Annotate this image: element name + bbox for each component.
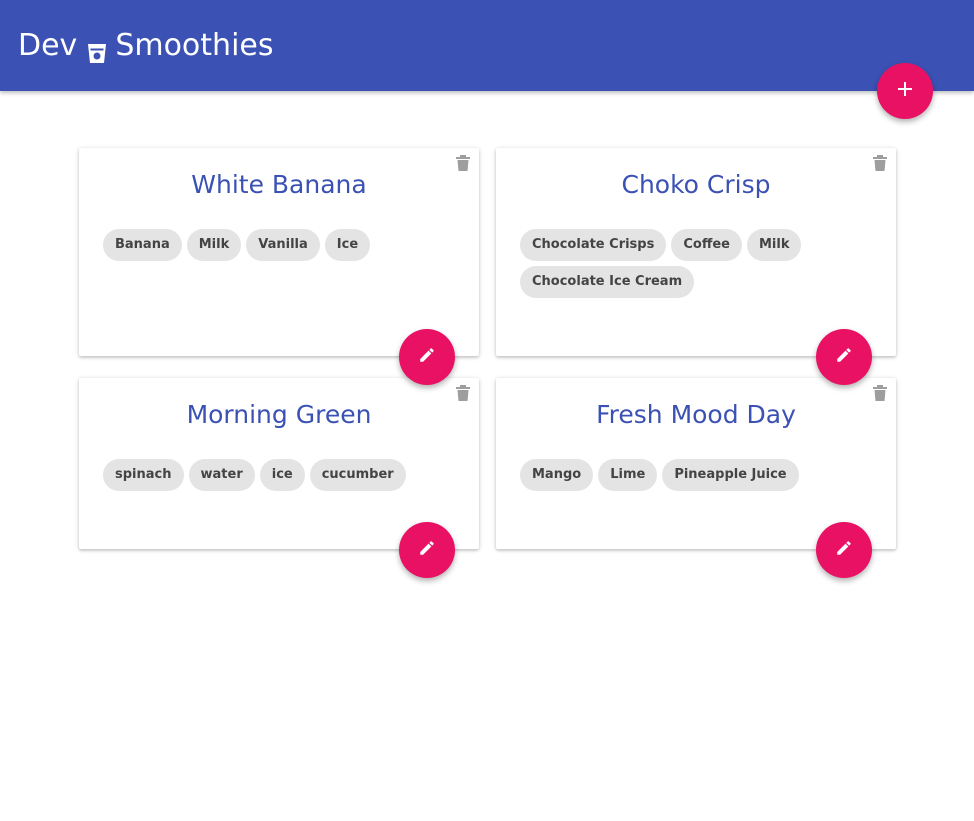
trash-icon[interactable]: [456, 385, 470, 401]
ingredient-chip: Chocolate Ice Cream: [520, 266, 695, 298]
smoothie-title: Choko Crisp: [621, 170, 771, 199]
smoothie-card: Choko Crisp Chocolate Crisps Coffee Milk…: [496, 148, 896, 356]
ingredient-chip: Vanilla: [246, 229, 320, 261]
ingredient-chip: Milk: [186, 229, 242, 261]
edit-smoothie-button[interactable]: [816, 522, 872, 578]
trash-icon[interactable]: [873, 155, 887, 171]
edit-smoothie-button[interactable]: [816, 329, 872, 385]
ingredient-chip: Banana: [103, 229, 182, 261]
ingredient-chip: Chocolate Crisps: [520, 229, 667, 261]
trash-icon[interactable]: [456, 155, 470, 171]
ingredient-chip: water: [188, 459, 255, 491]
ingredient-chip: cucumber: [309, 459, 406, 491]
ingredient-chip: Coffee: [671, 229, 742, 261]
ingredient-chip: Ice: [324, 229, 371, 261]
smoothie-card: White Banana Banana Milk Vanilla Ice: [79, 148, 479, 356]
brand-title-right: Smoothies: [115, 28, 274, 63]
ingredient-chip: Milk: [746, 229, 802, 261]
ingredient-list: Mango Lime Pineapple Juice: [520, 459, 880, 496]
app-bar: Dev Smoothies: [0, 0, 974, 91]
ingredient-chip: Mango: [520, 459, 594, 491]
ingredient-list: Chocolate Crisps Coffee Milk Chocolate I…: [520, 229, 880, 303]
edit-smoothie-button[interactable]: [399, 522, 455, 578]
ingredient-chip: Lime: [598, 459, 658, 491]
ingredient-chip: spinach: [103, 459, 184, 491]
smoothie-title: Fresh Mood Day: [596, 400, 796, 429]
pencil-icon: [418, 346, 436, 368]
pencil-icon: [418, 539, 436, 561]
plus-icon: [897, 81, 913, 101]
brand-logo[interactable]: Dev Smoothies: [18, 26, 274, 66]
smoothie-title: White Banana: [191, 170, 367, 199]
ingredient-chip: ice: [259, 459, 305, 491]
ingredient-list: spinach water ice cucumber: [103, 459, 463, 496]
ingredient-chip: Pineapple Juice: [662, 459, 799, 491]
edit-smoothie-button[interactable]: [399, 329, 455, 385]
pencil-icon: [835, 539, 853, 561]
cup-icon: [87, 35, 107, 63]
brand-title-left: Dev: [18, 28, 78, 63]
trash-icon[interactable]: [873, 385, 887, 401]
pencil-icon: [835, 346, 853, 368]
smoothie-title: Morning Green: [186, 400, 372, 429]
ingredient-list: Banana Milk Vanilla Ice: [103, 229, 463, 266]
add-smoothie-button[interactable]: [877, 63, 933, 119]
